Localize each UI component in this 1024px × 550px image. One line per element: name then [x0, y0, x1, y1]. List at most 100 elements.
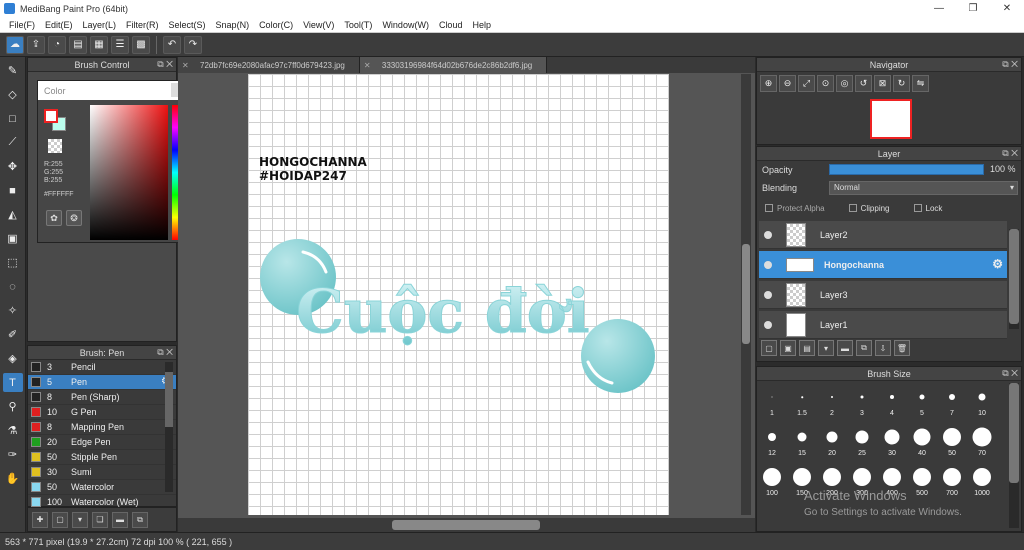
cloud-icon[interactable]: ☁	[6, 35, 24, 54]
brush-size-option[interactable]: 700	[937, 463, 967, 503]
layer-row-layer2[interactable]: Layer2	[759, 221, 1007, 249]
brush-size-option[interactable]: 7	[937, 383, 967, 423]
layer-row-layer3[interactable]: Layer3	[759, 281, 1007, 309]
close-button[interactable]: ✕	[990, 0, 1024, 17]
rectangle-tool-icon[interactable]: □	[3, 109, 23, 128]
transparent-swatch[interactable]	[48, 139, 62, 153]
new-layer-8bit-icon[interactable]: ▤	[799, 340, 815, 356]
visibility-eye-icon[interactable]	[764, 290, 772, 299]
visibility-eye-icon[interactable]	[764, 320, 772, 329]
grid-icon[interactable]: ▩	[132, 35, 150, 54]
navigator-thumbnail[interactable]	[870, 99, 912, 139]
saturation-value-picker[interactable]	[90, 105, 168, 240]
brush-item[interactable]: 50 Stipple Pen	[28, 450, 176, 465]
brush-size-option[interactable]: 1000	[967, 463, 997, 503]
operation-tool-icon[interactable]: ⚲	[3, 397, 23, 416]
brush-item[interactable]: 20 Edge Pen	[28, 435, 176, 450]
merge-layer-icon[interactable]: ⇩	[875, 340, 891, 356]
select-pen-tool-icon[interactable]: ✐	[3, 325, 23, 344]
brush-item[interactable]: 3 Pencil	[28, 360, 176, 375]
brush-new-icon[interactable]: ▢	[52, 511, 68, 528]
brush-size-option[interactable]: 40	[907, 423, 937, 463]
menu-tool[interactable]: Tool(T)	[339, 20, 377, 30]
brush-size-option[interactable]: 2	[817, 383, 847, 423]
add-layer-dropdown-icon[interactable]: ▾	[818, 340, 834, 356]
brush-size-option[interactable]: 500	[907, 463, 937, 503]
fill-shape-tool-icon[interactable]: ■	[3, 181, 23, 200]
brush-list-scroll-thumb[interactable]	[165, 372, 173, 427]
menu-help[interactable]: Help	[467, 20, 496, 30]
delete-layer-icon[interactable]: 🗑	[894, 340, 910, 356]
brush-size-option[interactable]: 30	[877, 423, 907, 463]
layer-list-scroll-thumb[interactable]	[1009, 229, 1019, 324]
brush-list-scrollbar[interactable]	[165, 362, 173, 492]
zoom-in-icon[interactable]: ⊕	[760, 75, 777, 92]
canvas-horizontal-scrollbar[interactable]	[178, 518, 755, 532]
line-tool-icon[interactable]: ⟋	[3, 133, 23, 152]
panel-float-close-icon[interactable]: ⧉ ✕	[157, 59, 173, 70]
brush-size-option[interactable]: 1	[757, 383, 787, 423]
eyedropper-tool-icon[interactable]: ✑	[3, 445, 23, 464]
menu-select[interactable]: Select(S)	[164, 20, 211, 30]
brush-duplicate-icon[interactable]: ⧉	[132, 511, 148, 528]
lasso-tool-icon[interactable]: ◌	[3, 277, 23, 296]
actual-size-icon[interactable]: ◎	[836, 75, 853, 92]
comment-icon[interactable]: ◔	[48, 35, 66, 54]
document-icon[interactable]: ▦	[90, 35, 108, 54]
canvas-horizontal-scroll-thumb[interactable]	[392, 520, 540, 530]
brush-folder-icon[interactable]: ▬	[112, 511, 128, 528]
undo-icon[interactable]: ↶	[163, 35, 181, 54]
panel-float-close-icon[interactable]: ⧉ ✕	[157, 347, 173, 358]
restore-button[interactable]: ❐	[956, 0, 990, 17]
tab-close-icon[interactable]: ✕	[182, 61, 189, 70]
brush-size-option[interactable]: 5	[907, 383, 937, 423]
new-halftone-layer-icon[interactable]: ▣	[780, 340, 796, 356]
text-tool-icon[interactable]: T	[2, 373, 23, 392]
brush-size-option[interactable]: 1.5	[787, 383, 817, 423]
panel-float-close-icon[interactable]: ⧉ ✕	[1002, 368, 1018, 379]
brush-item[interactable]: 10 G Pen	[28, 405, 176, 420]
canvas-vertical-scrollbar[interactable]	[741, 74, 751, 515]
brush-copy-icon[interactable]: ❏	[92, 511, 108, 528]
brush-size-option[interactable]: 4	[877, 383, 907, 423]
brush-size-option[interactable]: 20	[817, 423, 847, 463]
palette-icon[interactable]: ✿	[46, 210, 62, 226]
hand-tool-icon[interactable]: ✋	[3, 469, 23, 488]
brush-size-option[interactable]: 70	[967, 423, 997, 463]
brush-item[interactable]: 5Pen⚙	[28, 375, 176, 390]
panel-float-close-icon[interactable]: ⧉ ✕	[1002, 148, 1018, 159]
brush-item[interactable]: 30 Sumi	[28, 465, 176, 480]
minimize-button[interactable]: —	[922, 0, 956, 17]
menu-file[interactable]: File(F)	[4, 20, 40, 30]
brush-dropdown-icon[interactable]: ▾	[72, 511, 88, 528]
brush-size-option[interactable]: 10	[967, 383, 997, 423]
brush-tool-icon[interactable]: ✎	[3, 61, 23, 80]
fit-screen-icon[interactable]: ⤢	[798, 75, 815, 92]
brush-size-option[interactable]: 3	[847, 383, 877, 423]
brush-add-icon[interactable]: ✚	[32, 511, 48, 528]
flip-icon[interactable]: ⇋	[912, 75, 929, 92]
menu-window[interactable]: Window(W)	[377, 20, 434, 30]
menu-color[interactable]: Color(C)	[254, 20, 298, 30]
bucket-tool-icon[interactable]: ◭	[3, 205, 23, 224]
zoom-reset-icon[interactable]: ⊙	[817, 75, 834, 92]
menu-view[interactable]: View(V)	[298, 20, 339, 30]
rotate-left-icon[interactable]: ↺	[855, 75, 872, 92]
protect-alpha-checkbox[interactable]: Protect Alpha	[765, 204, 825, 213]
visibility-eye-icon[interactable]	[764, 230, 772, 239]
dropper-tool-icon[interactable]: ⚗	[3, 421, 23, 440]
brush-item[interactable]: 8 Pen (Sharp)	[28, 390, 176, 405]
redo-icon[interactable]: ↷	[184, 35, 202, 54]
move-tool-icon[interactable]: ✥	[3, 157, 23, 176]
eraser-tool-icon[interactable]: ◇	[3, 85, 23, 104]
tab-close-icon[interactable]: ✕	[364, 61, 371, 70]
menu-filter[interactable]: Filter(R)	[121, 20, 164, 30]
share-icon[interactable]: ⇪	[27, 35, 45, 54]
brush-size-scroll-thumb[interactable]	[1009, 383, 1019, 483]
brush-size-option[interactable]: 12	[757, 423, 787, 463]
gradient-tool-icon[interactable]: ▣	[3, 229, 23, 248]
canvas-vertical-scroll-thumb[interactable]	[742, 244, 750, 344]
list-icon[interactable]: ☰	[111, 35, 129, 54]
layer-list-scrollbar[interactable]	[1009, 229, 1019, 329]
drawing-canvas[interactable]: Cuộc đời HONGOCHANNA #HOIDAP247	[248, 74, 669, 515]
